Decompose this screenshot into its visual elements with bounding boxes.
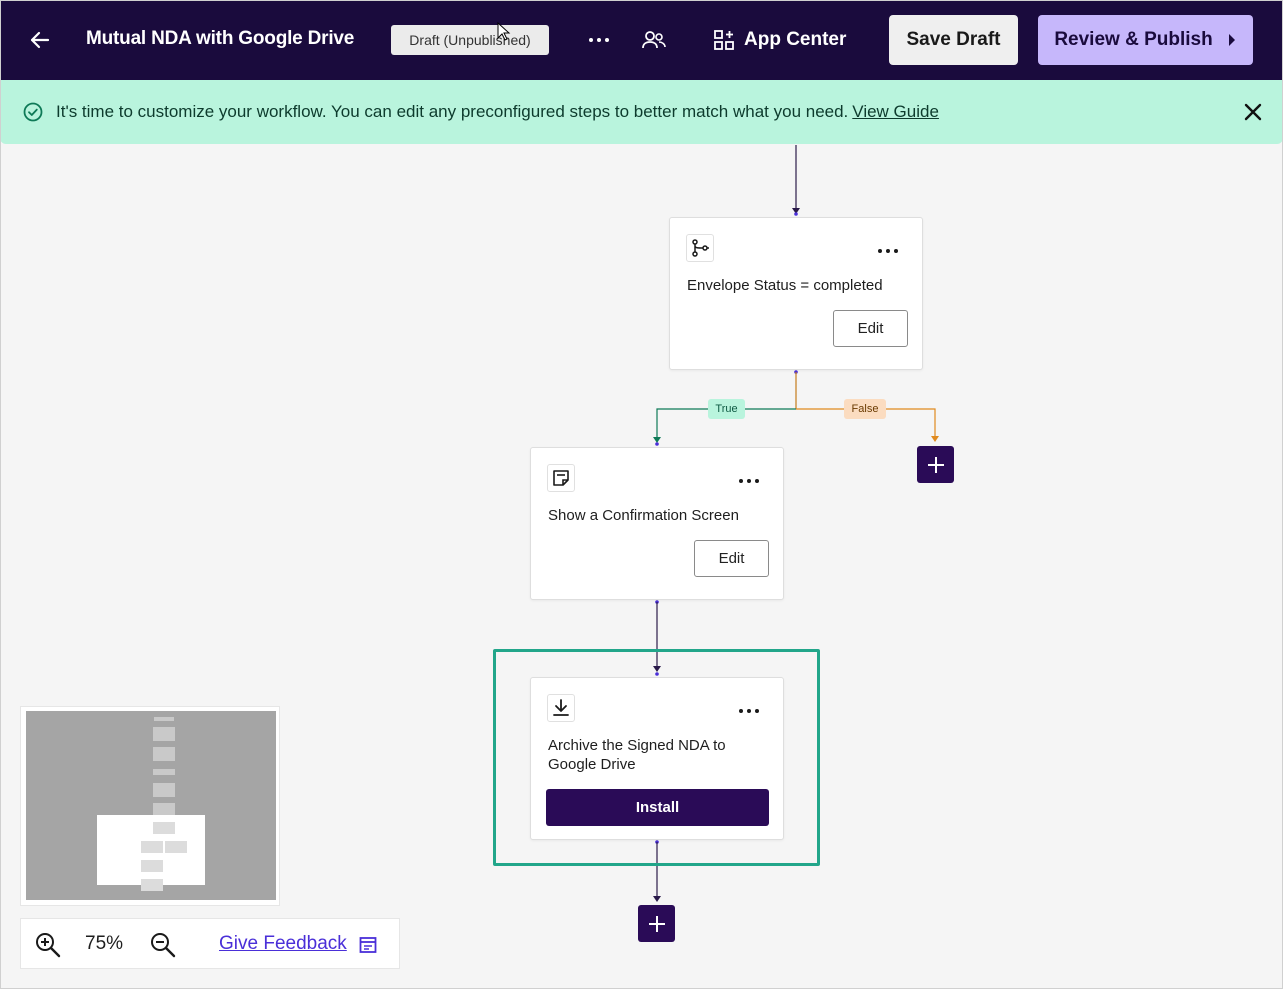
app-center-label: App Center bbox=[744, 29, 847, 50]
banner-message: It's time to customize your workflow. Yo… bbox=[56, 102, 939, 122]
minimap-canvas bbox=[26, 711, 276, 900]
minimap-node bbox=[153, 747, 175, 761]
mouse-cursor-icon bbox=[497, 22, 511, 41]
minimap-node bbox=[141, 860, 163, 872]
minimap-node bbox=[153, 769, 175, 775]
zoom-toolbar: 75% Give Feedback bbox=[20, 918, 400, 969]
give-feedback-link[interactable]: Give Feedback bbox=[219, 933, 347, 955]
feedback-panel-icon[interactable] bbox=[359, 936, 377, 954]
view-guide-link[interactable]: View Guide bbox=[852, 102, 939, 121]
edit-button[interactable]: Edit bbox=[833, 310, 908, 347]
step-card-envelope-status: Envelope Status = completed Edit bbox=[669, 217, 923, 370]
minimap-node bbox=[154, 717, 174, 721]
plus-icon bbox=[927, 456, 944, 473]
step-more-icon[interactable] bbox=[876, 244, 900, 256]
step-more-icon[interactable] bbox=[737, 474, 761, 486]
step-card-confirmation-screen: Show a Confirmation Screen Edit bbox=[530, 447, 784, 600]
minimap-node bbox=[153, 822, 175, 834]
top-bar: Mutual NDA with Google Drive Draft (Unpu… bbox=[0, 0, 1283, 80]
workflow-title: Mutual NDA with Google Drive bbox=[86, 28, 355, 49]
minimap-node bbox=[153, 727, 175, 741]
minimap-node bbox=[141, 879, 163, 891]
collaborators-icon[interactable] bbox=[641, 27, 667, 53]
minimap-node bbox=[141, 841, 163, 853]
step-title: Envelope Status = completed bbox=[687, 277, 883, 294]
install-button[interactable]: Install bbox=[546, 789, 769, 826]
zoom-in-icon[interactable] bbox=[34, 931, 62, 959]
minimap-node bbox=[165, 841, 187, 853]
app-center-button[interactable]: App Center bbox=[712, 26, 846, 54]
apps-grid-icon bbox=[714, 30, 734, 50]
false-branch-label: False bbox=[844, 399, 886, 419]
true-branch-label: True bbox=[708, 399, 745, 419]
add-step-button[interactable] bbox=[638, 905, 675, 942]
zoom-level: 75% bbox=[85, 933, 124, 954]
close-icon[interactable] bbox=[1243, 102, 1263, 122]
add-step-button-false[interactable] bbox=[917, 446, 954, 483]
step-more-icon[interactable] bbox=[737, 704, 761, 716]
caret-right-icon bbox=[1228, 34, 1235, 46]
status-badge: Draft (Unpublished) bbox=[391, 25, 549, 55]
plus-icon bbox=[648, 915, 665, 932]
back-arrow-icon[interactable] bbox=[24, 24, 56, 56]
note-icon bbox=[547, 464, 575, 492]
step-card-archive-google-drive: Archive the Signed NDA to Google Drive I… bbox=[530, 677, 784, 840]
more-options-icon[interactable] bbox=[586, 30, 612, 50]
step-title: Show a Confirmation Screen bbox=[548, 507, 739, 524]
review-publish-label: Review & Publish bbox=[1054, 29, 1213, 50]
branch-icon bbox=[686, 234, 714, 262]
info-banner: It's time to customize your workflow. Yo… bbox=[0, 80, 1283, 144]
edit-button[interactable]: Edit bbox=[694, 540, 769, 577]
save-draft-button[interactable]: Save Draft bbox=[889, 15, 1018, 65]
download-icon bbox=[547, 694, 575, 722]
step-title: Archive the Signed NDA to Google Drive bbox=[548, 737, 726, 773]
zoom-out-icon[interactable] bbox=[149, 931, 177, 959]
check-circle-icon bbox=[23, 102, 43, 122]
minimap-node bbox=[153, 783, 175, 797]
minimap[interactable] bbox=[20, 706, 280, 906]
review-publish-button[interactable]: Review & Publish bbox=[1038, 15, 1253, 65]
banner-text: It's time to customize your workflow. Yo… bbox=[56, 102, 849, 121]
